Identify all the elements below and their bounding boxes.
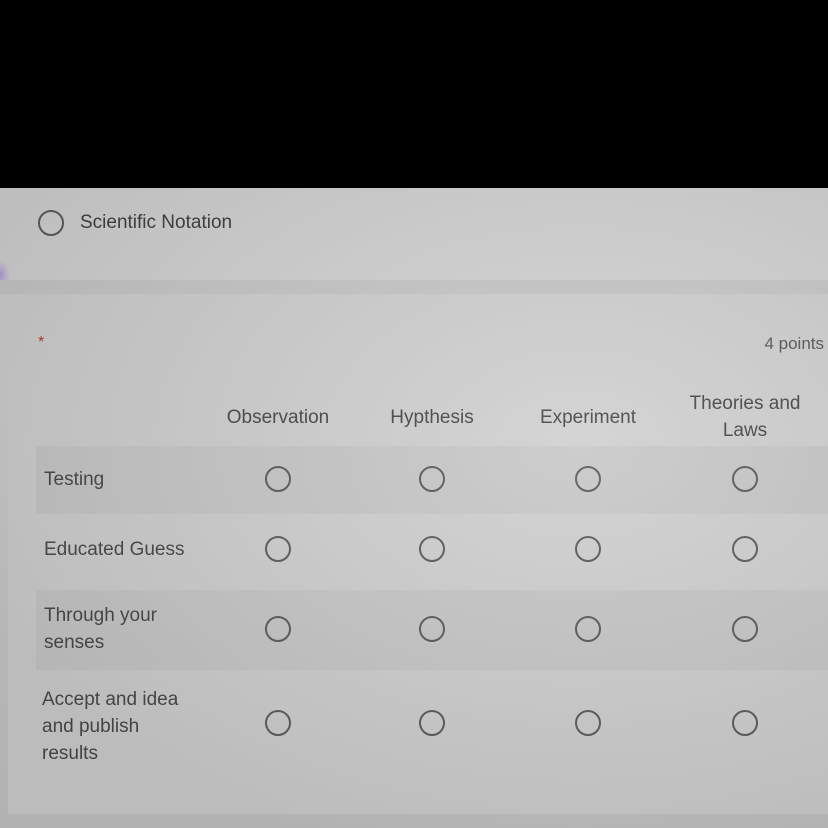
column-header-hypthesis: Hypthesis [390, 407, 474, 428]
row-label: Educated Guess [44, 539, 185, 560]
option-scientific-notation[interactable]: Scientific Notation [38, 210, 232, 236]
column-header-observation: Observation [226, 407, 330, 428]
radio-button[interactable] [419, 536, 445, 562]
radio-button[interactable] [265, 710, 291, 736]
cell-educated-guess-hypthesis[interactable] [357, 536, 507, 562]
cell-testing-theories-and-laws[interactable] [670, 466, 820, 492]
radio-button[interactable] [732, 710, 758, 736]
row-label: Testing [44, 469, 105, 490]
cell-through-your-senses-hypthesis[interactable] [357, 616, 507, 642]
cell-through-your-senses-theories-and-laws[interactable] [670, 616, 820, 642]
grid-row-testing: Testing [36, 446, 828, 514]
cell-through-your-senses-experiment[interactable] [513, 616, 663, 642]
radio-button[interactable] [419, 466, 445, 492]
radio-button[interactable] [38, 210, 64, 236]
radio-button[interactable] [265, 466, 291, 492]
radio-button[interactable] [265, 536, 291, 562]
radio-button[interactable] [265, 616, 291, 642]
cell-accept-and-publish-experiment[interactable] [513, 710, 663, 736]
radio-button[interactable] [732, 616, 758, 642]
row-label: Accept and idea and publish results [42, 689, 179, 764]
radio-button[interactable] [575, 616, 601, 642]
radio-button[interactable] [732, 466, 758, 492]
points-label: 4 points [764, 334, 824, 353]
grid-row-through-your-senses: Through your senses [36, 590, 828, 670]
row-label: Through your senses [44, 605, 158, 653]
cell-testing-experiment[interactable] [513, 466, 663, 492]
cell-educated-guess-theories-and-laws[interactable] [670, 536, 820, 562]
cell-testing-observation[interactable] [203, 466, 353, 492]
radio-button[interactable] [419, 710, 445, 736]
cell-educated-guess-experiment[interactable] [513, 536, 663, 562]
option-label: Scientific Notation [80, 212, 233, 233]
previous-question-card: Scientific Notation [0, 188, 828, 280]
column-header-theories-and-laws: Theories and Laws [689, 393, 801, 441]
radio-button[interactable] [419, 616, 445, 642]
column-header-experiment: Experiment [539, 407, 637, 428]
cell-testing-hypthesis[interactable] [357, 466, 507, 492]
grid-row-educated-guess: Educated Guess [36, 522, 828, 586]
cell-accept-and-publish-hypthesis[interactable] [357, 710, 507, 736]
cell-educated-guess-observation[interactable] [203, 536, 353, 562]
radio-button[interactable] [575, 710, 601, 736]
cell-accept-and-publish-theories-and-laws[interactable] [670, 710, 820, 736]
photo-frame: Scientific Notation * 4 points Observati… [0, 0, 828, 828]
required-marker: * [38, 334, 45, 351]
grid-row-accept-and-publish: Accept and idea and publish results [36, 674, 828, 774]
radio-button[interactable] [732, 536, 758, 562]
radio-button[interactable] [575, 536, 601, 562]
form-screen: Scientific Notation * 4 points Observati… [0, 188, 828, 828]
cell-through-your-senses-observation[interactable] [203, 616, 353, 642]
cell-accept-and-publish-observation[interactable] [203, 710, 353, 736]
radio-button[interactable] [575, 466, 601, 492]
question-card: * 4 points Observation Hypthesis Experim… [8, 294, 828, 814]
card-separator [0, 280, 828, 294]
